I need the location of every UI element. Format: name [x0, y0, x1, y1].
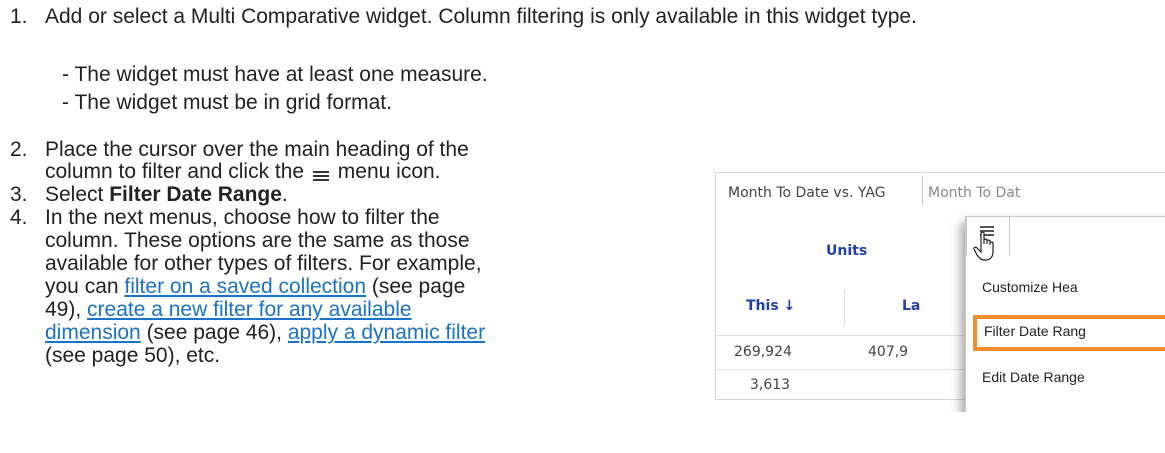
subheading-units: Units [826, 243, 868, 259]
cell-value: 3,613 [750, 377, 791, 393]
step-text: (see page 50), etc. [45, 344, 221, 367]
step-text: column to filter and click the menu icon… [45, 160, 441, 183]
column-divider [922, 175, 923, 205]
step-text: 49), create a new filter for any availab… [45, 298, 412, 321]
step-number: 3. [10, 183, 28, 206]
step-number: 2. [10, 138, 28, 161]
link-create-new-filter[interactable]: create a new filter for any available [87, 298, 412, 321]
link-create-new-filter-cont[interactable]: dimension [45, 321, 141, 344]
link-filter-saved-collection[interactable]: filter on a saved collection [124, 275, 366, 298]
step-text: dimension (see page 46), apply a dynamic… [45, 321, 486, 344]
step-text: column. These options are the same as th… [45, 229, 470, 252]
requirement-item: - The widget must be in grid format. [62, 91, 392, 114]
ui-label-filter-date-range: Filter Date Range [109, 183, 282, 206]
column-heading[interactable]: Month To Dat [928, 185, 1020, 201]
column-divider [844, 289, 845, 325]
hand-cursor-icon [973, 231, 994, 261]
menu-icon [312, 165, 330, 182]
step-text: In the next menus, choose how to filter … [45, 206, 440, 229]
link-apply-dynamic-filter[interactable]: apply a dynamic filter [288, 321, 485, 344]
column-heading[interactable]: Month To Date vs. YAG [728, 185, 886, 201]
step-text: you can filter on a saved collection (se… [45, 275, 466, 298]
step-text: Place the cursor over the main heading o… [45, 138, 469, 161]
menu-item-filter-date-range[interactable]: Filter Date Rang [984, 323, 1086, 339]
widget-screenshot: Month To Date vs. YAG Month To Dat Units… [715, 172, 1165, 412]
menu-tab[interactable] [966, 216, 1010, 261]
menu-item-edit-date-range[interactable]: Edit Date Range [982, 369, 1085, 385]
step-text: Select Filter Date Range. [45, 183, 288, 206]
requirement-item: - The widget must have at least one meas… [62, 63, 488, 86]
menu-item-customize-header[interactable]: Customize Hea [982, 279, 1078, 295]
column-menu: Customize Hea Filter Date Rang Edit Date… [965, 216, 1165, 412]
cell-value: 407,9 [868, 344, 909, 360]
step-number: 4. [10, 206, 28, 229]
step-text: Add or select a Multi Comparative widget… [45, 5, 917, 28]
cell-value: 269,924 [734, 344, 792, 360]
step-number: 1. [10, 5, 28, 28]
step-text: available for other types of filters. Fo… [45, 252, 482, 275]
column-last[interactable]: La [902, 298, 920, 314]
column-this[interactable]: This ↓ [746, 298, 795, 314]
